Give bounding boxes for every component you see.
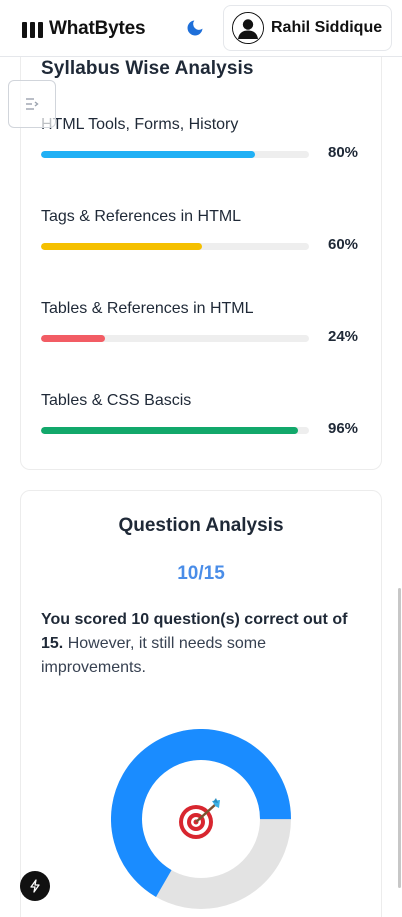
progress-track bbox=[41, 243, 309, 250]
progress-track bbox=[41, 335, 309, 342]
target-icon bbox=[179, 798, 220, 839]
top-header: WhatBytes Rahil Siddique bbox=[0, 0, 402, 57]
topic-item: Tables & CSS Bascis 96% bbox=[41, 392, 361, 437]
progress-track bbox=[41, 151, 309, 158]
topic-label: Tables & CSS Bascis bbox=[41, 392, 192, 409]
sidebar-toggle-button[interactable] bbox=[8, 80, 56, 128]
page-scrollbar[interactable] bbox=[398, 588, 401, 888]
topic-label: Tables & References in HTML bbox=[41, 300, 254, 317]
question-analysis-title: Question Analysis bbox=[118, 515, 284, 536]
user-name: Rahil Siddique bbox=[271, 19, 383, 36]
score-summary-rest: However, it still needs some improvement… bbox=[41, 635, 266, 676]
score-summary: You scored 10 question(s) correct out of… bbox=[41, 608, 366, 680]
brand-logo[interactable]: WhatBytes bbox=[22, 18, 146, 40]
user-menu-button[interactable]: Rahil Siddique bbox=[223, 5, 392, 51]
topic-percent: 24% bbox=[328, 328, 359, 345]
progress-track bbox=[41, 427, 309, 434]
progress-fill bbox=[41, 427, 299, 434]
quick-action-button[interactable] bbox=[20, 871, 50, 901]
brand-name: WhatBytes bbox=[49, 18, 146, 39]
theme-toggle-button[interactable] bbox=[181, 14, 209, 42]
topic-percent: 60% bbox=[328, 236, 359, 253]
topic-item: Tables & References in HTML 24% bbox=[41, 300, 361, 345]
logo-icon bbox=[22, 20, 43, 38]
progress-fill bbox=[41, 243, 202, 250]
topic-label: Tags & References in HTML bbox=[41, 208, 242, 225]
topic-item: HTML Tools, Forms, History 80% bbox=[41, 116, 361, 161]
topic-item: Tags & References in HTML 60% bbox=[41, 208, 361, 253]
progress-fill bbox=[41, 151, 256, 158]
topic-percent: 80% bbox=[328, 144, 359, 161]
topic-label: HTML Tools, Forms, History bbox=[41, 116, 239, 133]
topic-percent: 96% bbox=[328, 420, 359, 437]
syllabus-title: Syllabus Wise Analysis bbox=[41, 58, 254, 79]
lightning-icon bbox=[30, 879, 40, 893]
score-value: 10/15 bbox=[177, 563, 225, 584]
menu-collapse-icon bbox=[26, 98, 39, 110]
avatar bbox=[232, 12, 264, 44]
user-avatar-icon bbox=[233, 13, 263, 43]
moon-icon bbox=[187, 20, 203, 36]
progress-fill bbox=[41, 335, 106, 342]
